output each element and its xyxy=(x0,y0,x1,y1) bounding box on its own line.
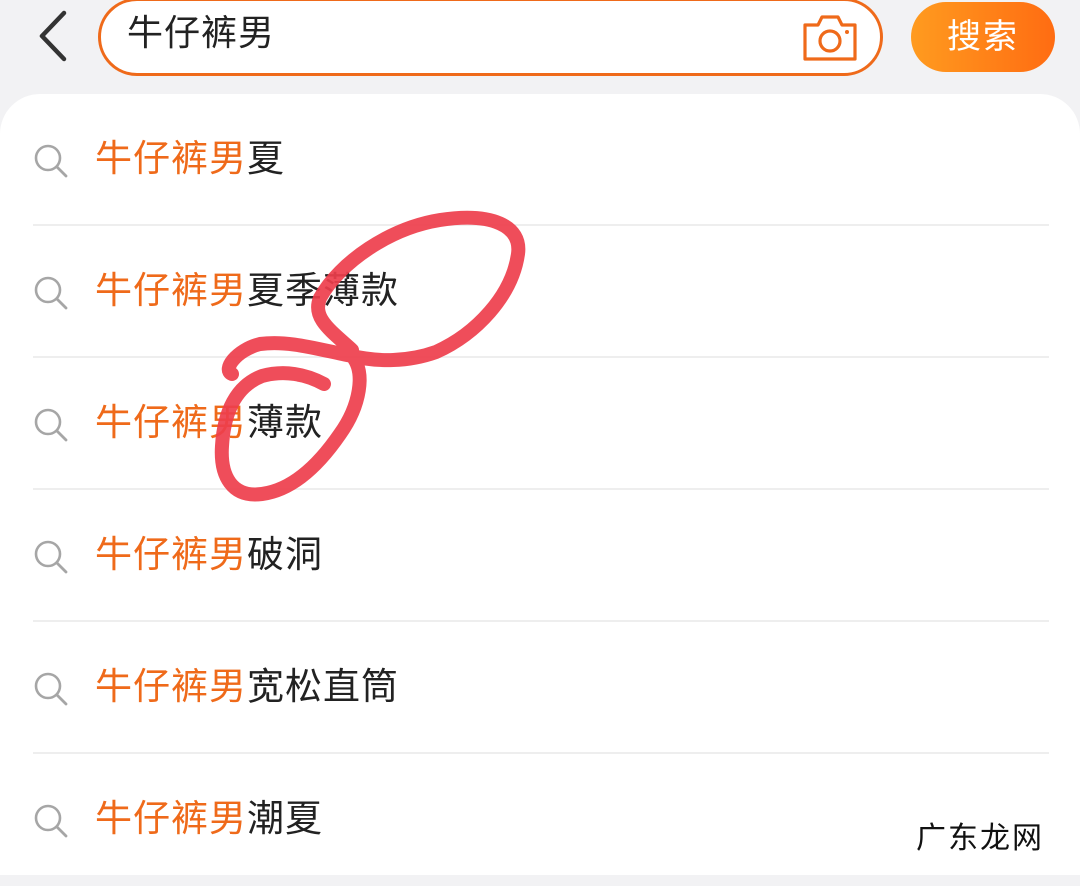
suggestion-highlight: 牛仔裤男 xyxy=(95,797,247,840)
search-query-text[interactable]: 牛仔裤男 xyxy=(127,11,275,57)
suggestion-item[interactable]: 牛仔裤男夏 xyxy=(33,94,1049,226)
suggestion-suffix: 宽松直筒 xyxy=(247,665,399,708)
search-icon xyxy=(34,144,68,178)
suggestion-text: 牛仔裤男夏 xyxy=(95,134,285,184)
suggestion-text: 牛仔裤男潮夏 xyxy=(95,794,323,844)
suggestion-highlight: 牛仔裤男 xyxy=(95,269,247,312)
suggestion-highlight: 牛仔裤男 xyxy=(95,533,247,576)
suggestion-suffix: 破洞 xyxy=(247,533,323,576)
search-button[interactable]: 搜索 xyxy=(911,2,1055,72)
camera-icon xyxy=(803,15,857,61)
suggestion-highlight: 牛仔裤男 xyxy=(95,665,247,708)
suggestion-suffix: 夏季薄款 xyxy=(247,269,399,312)
suggestion-text: 牛仔裤男破洞 xyxy=(95,530,323,580)
search-icon xyxy=(34,672,68,706)
suggestion-highlight: 牛仔裤男 xyxy=(95,401,247,444)
suggestion-item[interactable]: 牛仔裤男宽松直筒 xyxy=(33,622,1049,754)
suggestion-text: 牛仔裤男宽松直筒 xyxy=(95,662,399,712)
search-input[interactable]: 牛仔裤男 xyxy=(98,0,883,76)
search-icon xyxy=(34,804,68,838)
search-icon xyxy=(34,276,68,310)
search-icon xyxy=(34,540,68,574)
suggestion-suffix: 潮夏 xyxy=(247,797,323,840)
chevron-left-icon xyxy=(39,10,67,62)
suggestion-item[interactable]: 牛仔裤男夏季薄款 xyxy=(33,226,1049,358)
suggestion-item[interactable]: 牛仔裤男破洞 xyxy=(33,490,1049,622)
suggestion-item[interactable]: 牛仔裤男薄款 xyxy=(33,358,1049,490)
watermark: 广东龙网 xyxy=(916,821,1044,856)
suggestion-text: 牛仔裤男薄款 xyxy=(95,398,323,448)
suggestion-item[interactable]: 牛仔裤男潮夏 xyxy=(33,754,1049,886)
header-bar: 牛仔裤男 搜索 xyxy=(0,0,1080,92)
suggestion-suffix: 薄款 xyxy=(247,401,323,444)
suggestion-text: 牛仔裤男夏季薄款 xyxy=(95,266,399,316)
camera-search-button[interactable] xyxy=(800,7,860,67)
suggestion-list: 牛仔裤男夏 牛仔裤男夏季薄款 牛仔裤男薄款 牛仔裤男破洞 牛仔裤男宽松直筒 牛仔… xyxy=(0,94,1080,875)
suggestion-suffix: 夏 xyxy=(247,137,285,180)
suggestion-highlight: 牛仔裤男 xyxy=(95,137,247,180)
back-button[interactable] xyxy=(28,6,78,66)
search-icon xyxy=(34,408,68,442)
